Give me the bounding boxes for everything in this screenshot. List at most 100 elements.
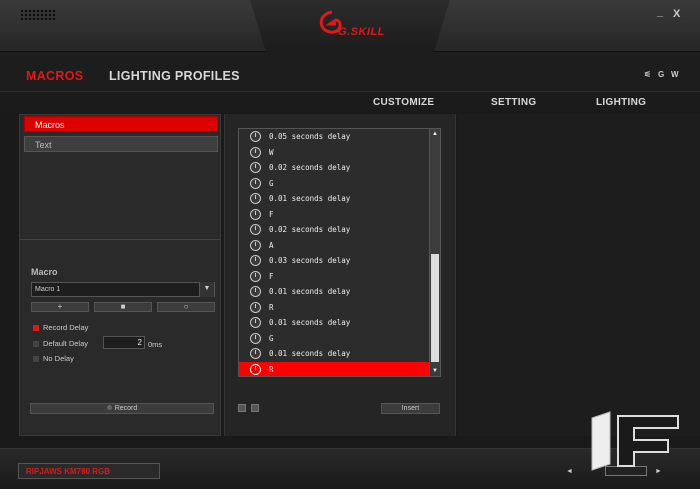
macro-event-text: 0.01 seconds delay (269, 349, 351, 358)
macro-event-row[interactable]: R (239, 361, 429, 376)
list-scrollbar[interactable]: ▲ ▼ (429, 129, 440, 376)
macro-select-value: Macro 1 (35, 286, 61, 293)
macro-event-row[interactable]: A (239, 238, 429, 254)
macro-event-row[interactable]: 0.02 seconds delay (239, 222, 429, 238)
macro-event-text: 0.01 seconds delay (269, 318, 351, 327)
record-label: Record (114, 405, 138, 412)
lang-w[interactable]: W (671, 70, 679, 79)
option-label: Default Delay (43, 339, 89, 348)
tab-setting[interactable]: SETTING (491, 97, 536, 108)
key-press-icon (250, 332, 261, 344)
lang-g[interactable]: G (658, 70, 664, 79)
option-record-delay[interactable]: Record Delay (33, 323, 88, 332)
macro-select[interactable]: Macro 1 ▼ (31, 282, 215, 297)
option-label: No Delay (43, 354, 74, 363)
close-button[interactable]: X (673, 8, 680, 20)
speaker-grille (20, 9, 56, 21)
macro-event-row[interactable]: G (239, 331, 429, 347)
reset-macro-button[interactable]: ○ (157, 302, 215, 312)
macro-event-row[interactable]: 0.05 seconds delay (239, 129, 429, 145)
macro-event-text: A (269, 240, 274, 250)
device-model[interactable]: RIPJAWS KM780 RGB (18, 463, 160, 479)
main-nav: MACROS LIGHTING PROFILES (0, 52, 700, 92)
usb-icon[interactable]: ⚟ (644, 70, 651, 79)
clock-icon (250, 193, 261, 204)
delay-unit: 0ms (148, 340, 163, 349)
macro-event-text: G (269, 178, 274, 188)
title-bar: G.SKILL _ X (0, 0, 700, 52)
clock-icon (250, 286, 261, 297)
macro-event-row[interactable]: F (239, 207, 429, 223)
macro-event-text: 0.05 seconds delay (269, 132, 351, 141)
watermark-logo-icon (591, 411, 679, 471)
key-press-icon (250, 208, 261, 220)
radio-off-icon (33, 356, 39, 362)
insert-button[interactable]: Insert (381, 403, 440, 414)
clock-icon (250, 348, 261, 359)
radio-off-icon (33, 341, 39, 347)
macro-event-row[interactable]: W (239, 145, 429, 161)
default-delay-input[interactable]: 2 (103, 336, 145, 349)
option-label: Record Delay (43, 323, 89, 332)
scroll-up-icon[interactable]: ▲ (432, 131, 438, 137)
macro-event-row[interactable]: 0.01 seconds delay (239, 191, 429, 207)
macro-event-text: 0.02 seconds delay (269, 163, 351, 172)
clock-icon (250, 162, 261, 173)
radio-on-icon (33, 325, 39, 331)
brand-name: G.SKILL (338, 26, 385, 38)
macro-event-text: R (269, 302, 274, 312)
option-default-delay[interactable]: Default Delay (33, 339, 88, 348)
option-no-delay[interactable]: No Delay (33, 354, 74, 363)
tab-lighting[interactable]: LIGHTING (596, 97, 646, 108)
macro-event-text: 0.03 seconds delay (269, 256, 351, 265)
macro-event-row[interactable]: 0.01 seconds delay (239, 315, 429, 331)
edit-event-icon[interactable] (251, 404, 259, 412)
macro-event-row[interactable]: R (239, 300, 429, 316)
tab-macros[interactable]: MACROS (26, 69, 83, 83)
macro-event-list[interactable]: R 0.01 seconds delay G 0.01 seconds delay R 0… (238, 128, 441, 377)
record-icon (106, 405, 112, 410)
sub-nav: CUSTOMIZE SETTING LIGHTING (0, 93, 700, 111)
add-macro-button[interactable]: + (31, 302, 89, 312)
minimize-button[interactable]: _ (657, 6, 663, 18)
macro-event-row[interactable]: F (239, 269, 429, 285)
key-press-icon (250, 177, 261, 189)
macro-event-row[interactable]: 0.02 seconds delay (239, 160, 429, 176)
scroll-thumb[interactable] (431, 254, 439, 362)
category-text[interactable]: Text (24, 136, 218, 152)
tab-customize[interactable]: CUSTOMIZE (373, 97, 434, 108)
macro-event-text: G (269, 333, 274, 343)
record-button[interactable]: Record (30, 403, 214, 414)
macro-event-row[interactable]: 0.01 seconds delay (239, 346, 429, 362)
macro-event-row[interactable]: 0.03 seconds delay (239, 253, 429, 269)
key-press-icon (250, 301, 261, 313)
macro-event-text: F (269, 209, 274, 219)
clock-icon (250, 224, 261, 235)
macro-event-text: 0.01 seconds delay (269, 287, 351, 296)
macro-event-text: F (269, 271, 274, 281)
key-press-icon (250, 363, 261, 375)
key-press-icon (250, 270, 261, 282)
prev-device-icon[interactable]: ◄ (566, 468, 573, 475)
chevron-down-icon[interactable]: ▼ (199, 282, 214, 297)
delete-macro-button[interactable]: ■ (94, 302, 152, 312)
macro-event-text: 0.02 seconds delay (269, 225, 351, 234)
clock-icon (250, 255, 261, 266)
macro-event-row[interactable]: 0.01 seconds delay (239, 284, 429, 300)
scroll-down-icon[interactable]: ▼ (432, 368, 438, 374)
macro-event-text: R (269, 364, 274, 374)
clock-icon (250, 131, 261, 142)
key-press-icon (250, 239, 261, 251)
key-press-icon (250, 146, 261, 158)
clock-icon (250, 317, 261, 328)
panel-divider (20, 239, 220, 240)
category-macros[interactable]: Macros (24, 116, 218, 132)
macro-sidebar: Macros Text Macro Macro 1 ▼ + ■ ○ Record… (19, 114, 221, 436)
right-panel (458, 114, 700, 436)
macro-event-text: 0.01 seconds delay (269, 194, 351, 203)
macro-event-row[interactable]: G (239, 176, 429, 192)
delete-event-icon[interactable] (238, 404, 246, 412)
macro-event-text: W (269, 147, 274, 157)
macro-label: Macro (31, 267, 58, 277)
tab-lighting-profiles[interactable]: LIGHTING PROFILES (109, 69, 240, 83)
